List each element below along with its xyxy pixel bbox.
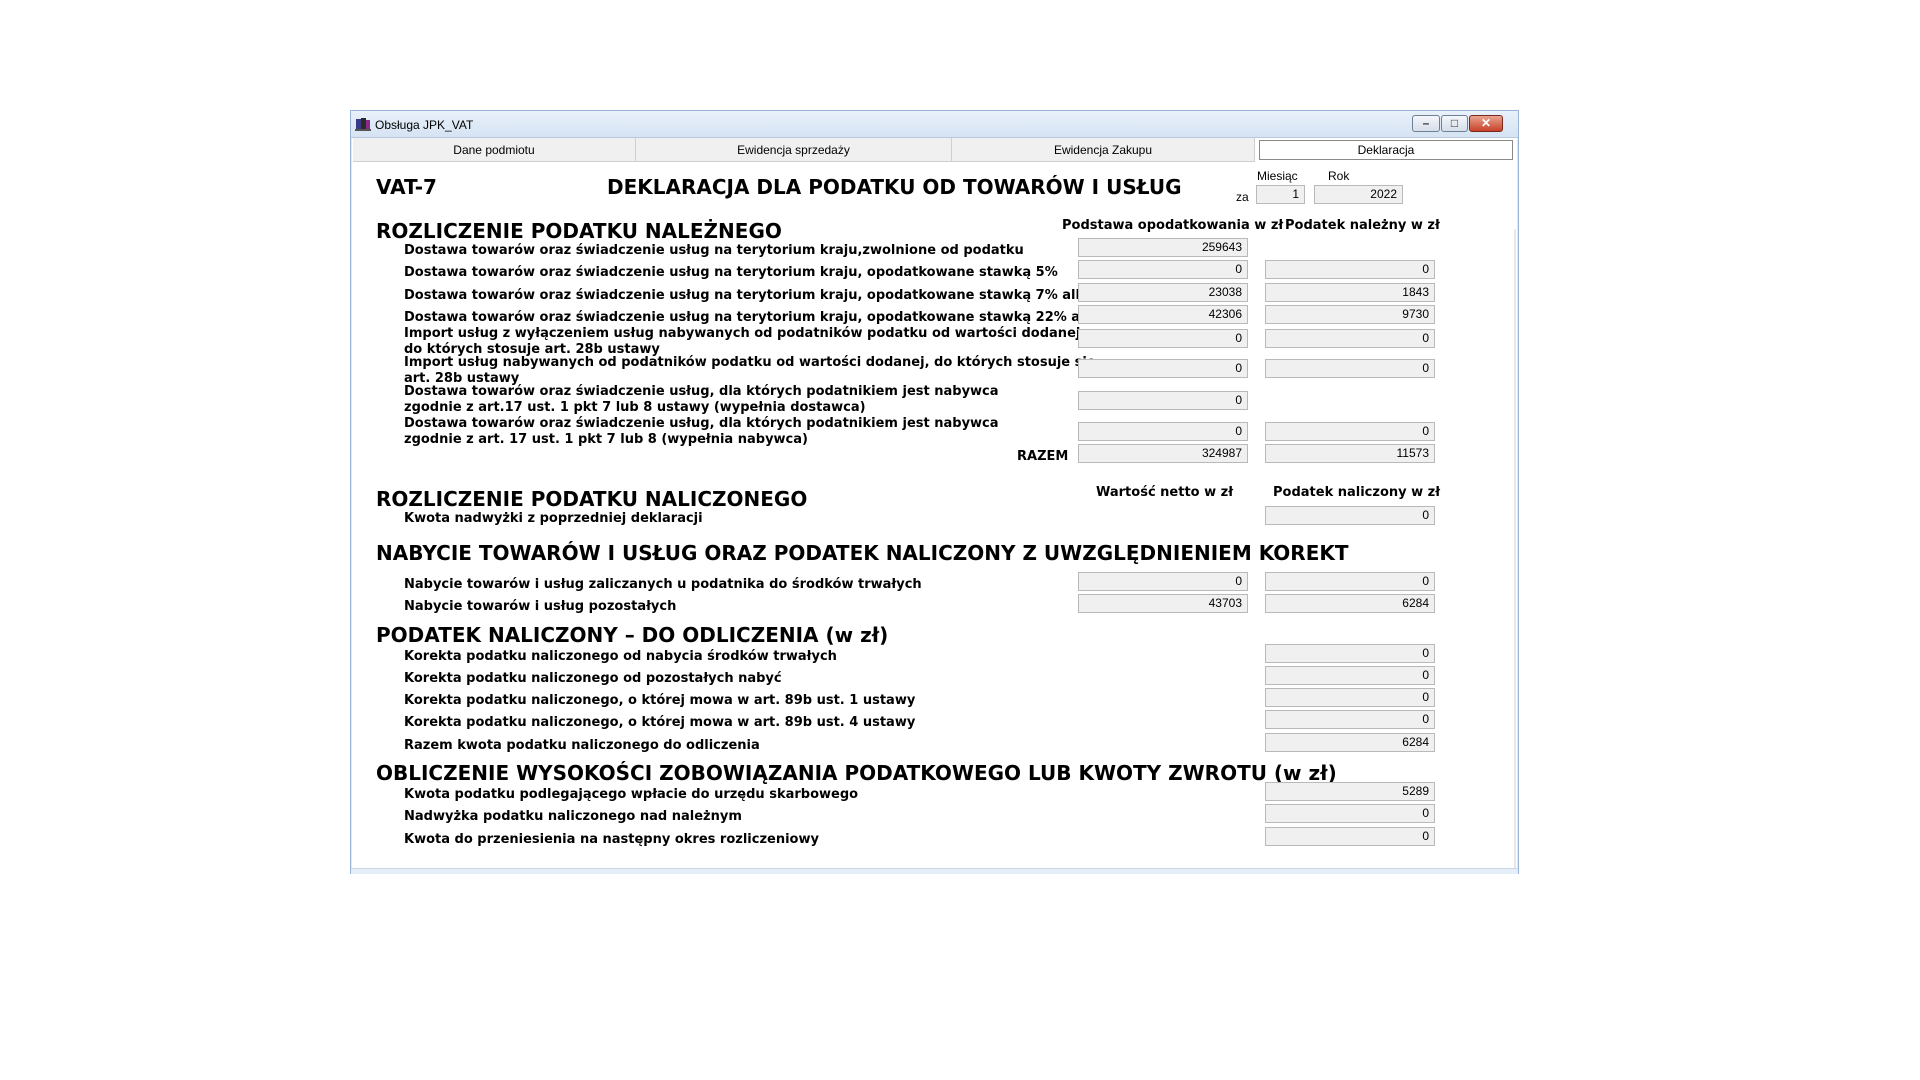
due-row-label: Dostawa towarów oraz świadczenie usług, … [404, 384, 999, 399]
due-tax-field[interactable]: 9730 [1265, 305, 1435, 324]
due-tax-field[interactable]: 0 [1265, 359, 1435, 378]
year-input[interactable]: 2022 [1314, 185, 1403, 204]
section-purchases-title: NABYCIE TOWARÓW I USŁUG ORAZ PODATEK NAL… [376, 541, 1349, 565]
due-base-field[interactable]: 0 [1078, 260, 1248, 279]
section-due-title: ROZLICZENIE PODATKU NALEŻNEGO [376, 219, 782, 243]
app-window: Obsługa JPK_VAT – □ ✕ Dane podmiotu Ewid… [350, 110, 1519, 874]
due-row-label: Dostawa towarów oraz świadczenie usług n… [404, 265, 1058, 280]
due-row-label-cont: zgodnie z art. 17 ust. 1 pkt 7 lub 8 (wy… [404, 432, 808, 447]
due-row-label: Dostawa towarów oraz świadczenie usług n… [404, 288, 1121, 303]
liability-row-label: Kwota podatku podlegającego wpłacie do u… [404, 787, 859, 802]
due-row-label: Dostawa towarów oraz świadczenie usług, … [404, 416, 999, 431]
za-label: za [1236, 190, 1249, 204]
deductible-row-label: Razem kwota podatku naliczonego do odlic… [404, 738, 760, 753]
due-row-label: Import usług nabywanych od podatników po… [404, 355, 1096, 370]
due-row-label: Dostawa towarów oraz świadczenie usług n… [404, 243, 1024, 258]
tab-bar: Dane podmiotu Ewidencja sprzedaży Ewiden… [353, 138, 1516, 162]
title-bar[interactable]: Obsługa JPK_VAT – □ ✕ [351, 111, 1518, 138]
month-label: Miesiąc [1257, 169, 1298, 183]
liability-row-label: Nadwyżka podatku naliczonego nad należny… [404, 809, 742, 824]
due-base-field[interactable]: 0 [1078, 391, 1248, 410]
maximize-button[interactable]: □ [1441, 115, 1468, 132]
section-input-title: ROZLICZENIE PODATKU NALICZONEGO [376, 487, 808, 511]
liability-row-label: Kwota do przeniesienia na następny okres… [404, 832, 819, 847]
due-row-label: Dostawa towarów oraz świadczenie usług n… [404, 310, 1139, 325]
due-base-field[interactable]: 23038 [1078, 283, 1248, 302]
liability-field[interactable]: 0 [1265, 804, 1435, 823]
deductible-field[interactable]: 0 [1265, 666, 1435, 685]
due-base-field[interactable]: 0 [1078, 422, 1248, 441]
due-row-label: Import usług z wyłączeniem usług nabywan… [404, 326, 1086, 341]
tab-deklaracja[interactable]: Deklaracja [1259, 140, 1513, 160]
minimize-icon: – [1422, 116, 1430, 130]
deductible-row-label: Korekta podatku naliczonego, o której mo… [404, 715, 916, 730]
due-base-field[interactable]: 0 [1078, 329, 1248, 348]
liability-field[interactable]: 5289 [1265, 782, 1435, 801]
due-tax-field[interactable]: 0 [1265, 260, 1435, 279]
deductible-field[interactable]: 0 [1265, 688, 1435, 707]
col-tax-due-header: Podatek należny w zł [1285, 218, 1440, 233]
minimize-button[interactable]: – [1412, 115, 1440, 132]
col-net-header: Wartość netto w zł [1096, 485, 1234, 500]
app-icon [355, 118, 371, 131]
total-base-field[interactable]: 324987 [1078, 444, 1248, 463]
due-tax-field[interactable]: 1843 [1265, 283, 1435, 302]
bottom-edge [351, 868, 1518, 874]
purchase-tax-field[interactable]: 0 [1265, 572, 1435, 591]
surplus-label: Kwota nadwyżki z poprzedniej deklaracji [404, 511, 703, 526]
deductible-row-label: Korekta podatku naliczonego od nabycia ś… [404, 649, 837, 664]
form-title: DEKLARACJA DLA PODATKU OD TOWARÓW I USŁU… [607, 175, 1182, 199]
section-deductible-title: PODATEK NALICZONY – DO ODLICZENIA (w zł) [376, 623, 889, 647]
total-label: RAZEM [1017, 449, 1069, 464]
tab-ewidencja-sprzedazy[interactable]: Ewidencja sprzedaży [636, 138, 952, 162]
due-row-label-cont: zgodnie z art.17 ust. 1 pkt 7 lub 8 usta… [404, 400, 866, 415]
tab-ewidencja-zakupu[interactable]: Ewidencja Zakupu [952, 138, 1255, 162]
purchase-net-field[interactable]: 43703 [1078, 594, 1248, 613]
maximize-icon: □ [1450, 116, 1459, 130]
close-button[interactable]: ✕ [1469, 115, 1503, 132]
due-base-field[interactable]: 42306 [1078, 305, 1248, 324]
total-tax-field[interactable]: 11573 [1265, 444, 1435, 463]
due-tax-field[interactable]: 0 [1265, 422, 1435, 441]
purchase-net-field[interactable]: 0 [1078, 572, 1248, 591]
col-base-header: Podstawa opodatkowania w zł [1062, 218, 1284, 233]
col-tax-input-header: Podatek naliczony w zł [1273, 485, 1441, 500]
due-base-field[interactable]: 0 [1078, 359, 1248, 378]
close-icon: ✕ [1480, 116, 1492, 130]
form-code: VAT-7 [376, 175, 437, 199]
deductible-row-label: Korekta podatku naliczonego, o której mo… [404, 693, 916, 708]
year-label: Rok [1328, 169, 1350, 183]
due-base-field[interactable]: 259643 [1078, 238, 1248, 257]
deductible-field[interactable]: 0 [1265, 710, 1435, 729]
month-input[interactable]: 1 [1256, 185, 1305, 204]
purchase-row-label: Nabycie towarów i usług pozostałych [404, 599, 677, 614]
deductible-field[interactable]: 0 [1265, 644, 1435, 663]
tab-dane-podmiotu[interactable]: Dane podmiotu [353, 138, 636, 162]
window-title: Obsługa JPK_VAT [375, 118, 474, 132]
due-tax-field[interactable]: 0 [1265, 329, 1435, 348]
liability-field[interactable]: 0 [1265, 827, 1435, 846]
purchase-row-label: Nabycie towarów i usług zaliczanych u po… [404, 577, 922, 592]
deductible-row-label: Korekta podatku naliczonego od pozostały… [404, 671, 782, 686]
deductible-total-field[interactable]: 6284 [1265, 733, 1435, 752]
section-liability-title: OBLICZENIE WYSOKOŚCI ZOBOWIĄZANIA PODATK… [376, 761, 1337, 785]
right-edge [1514, 229, 1516, 873]
purchase-tax-field[interactable]: 6284 [1265, 594, 1435, 613]
surplus-field[interactable]: 0 [1265, 506, 1435, 525]
